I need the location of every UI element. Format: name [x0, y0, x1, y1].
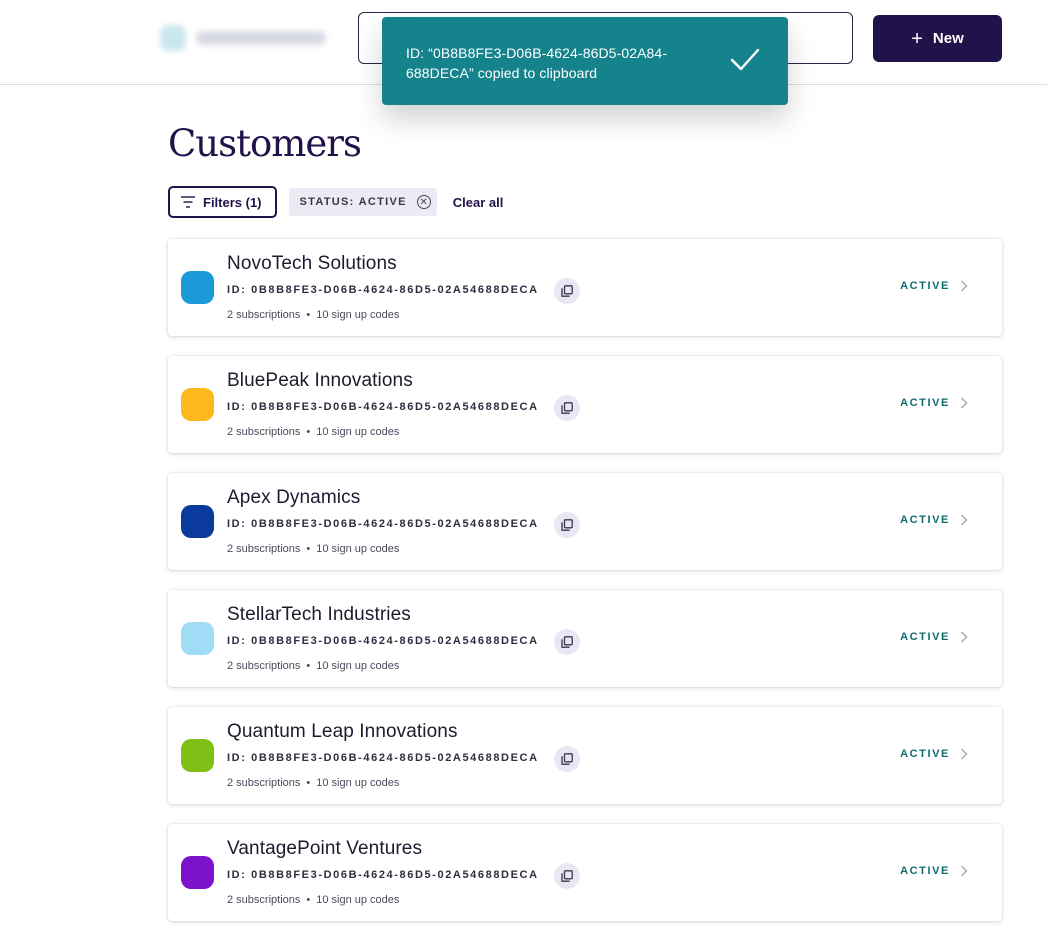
- customer-color-swatch: [181, 739, 214, 772]
- logo-text: [196, 31, 326, 45]
- copy-id-button[interactable]: [554, 278, 580, 304]
- signup-codes-count: 10 sign up codes: [316, 426, 400, 438]
- copy-id-button[interactable]: [554, 863, 580, 889]
- customer-card[interactable]: Apex Dynamics ID: 0B8B8FE3-D06B-4624-86D…: [168, 473, 1002, 570]
- subscriptions-count: 2 subscriptions: [227, 894, 301, 906]
- filters-button-label: Filters (1): [203, 194, 262, 210]
- customer-id: ID: 0B8B8FE3-D06B-4624-86D5-02A54688DECA: [227, 401, 539, 413]
- new-button-label: New: [932, 30, 964, 47]
- subscriptions-count: 2 subscriptions: [227, 543, 301, 555]
- copy-icon: [561, 285, 573, 297]
- customer-meta: 2 subscriptions • 10 sign up codes: [227, 543, 399, 555]
- customer-meta: 2 subscriptions • 10 sign up codes: [227, 309, 399, 321]
- chevron-right-icon: [961, 865, 968, 877]
- subscriptions-count: 2 subscriptions: [227, 309, 301, 321]
- copy-id-button[interactable]: [554, 512, 580, 538]
- customer-name: StellarTech Industries: [227, 604, 411, 625]
- meta-separator: •: [306, 660, 311, 672]
- clear-all-link[interactable]: Clear all: [453, 195, 504, 210]
- customer-name: Apex Dynamics: [227, 487, 361, 508]
- signup-codes-count: 10 sign up codes: [316, 660, 400, 672]
- subscriptions-count: 2 subscriptions: [227, 426, 301, 438]
- status-filter-chip: STATUS: ACTIVE ✕: [288, 188, 437, 216]
- signup-codes-count: 10 sign up codes: [316, 894, 400, 906]
- customer-color-swatch: [181, 856, 214, 889]
- customer-card[interactable]: VantagePoint Ventures ID: 0B8B8FE3-D06B-…: [168, 824, 1002, 921]
- status-badge: ACTIVE: [900, 748, 950, 760]
- status-badge: ACTIVE: [900, 514, 950, 526]
- logo-mark-icon: [160, 25, 186, 51]
- subscriptions-count: 2 subscriptions: [227, 777, 301, 789]
- copy-icon: [561, 636, 573, 648]
- app-logo[interactable]: [160, 22, 340, 54]
- customer-color-swatch: [181, 388, 214, 421]
- subscriptions-count: 2 subscriptions: [227, 660, 301, 672]
- customer-meta: 2 subscriptions • 10 sign up codes: [227, 660, 399, 672]
- copy-icon: [561, 870, 573, 882]
- customer-id: ID: 0B8B8FE3-D06B-4624-86D5-02A54688DECA: [227, 284, 539, 296]
- customer-card[interactable]: NovoTech Solutions ID: 0B8B8FE3-D06B-462…: [168, 239, 1002, 336]
- status-filter-chip-label: STATUS: ACTIVE: [299, 196, 407, 208]
- meta-separator: •: [306, 543, 311, 555]
- customer-name: BluePeak Innovations: [227, 370, 413, 391]
- copy-icon: [561, 753, 573, 765]
- customer-id: ID: 0B8B8FE3-D06B-4624-86D5-02A54688DECA: [227, 752, 539, 764]
- customer-name: NovoTech Solutions: [227, 253, 397, 274]
- customer-name: VantagePoint Ventures: [227, 838, 423, 859]
- filters-button[interactable]: Filters (1): [168, 186, 277, 218]
- customer-meta: 2 subscriptions • 10 sign up codes: [227, 426, 399, 438]
- signup-codes-count: 10 sign up codes: [316, 543, 400, 555]
- customer-card[interactable]: Quantum Leap Innovations ID: 0B8B8FE3-D0…: [168, 707, 1002, 804]
- page-title: Customers: [168, 122, 362, 165]
- copy-id-button[interactable]: [554, 395, 580, 421]
- chevron-right-icon: [961, 397, 968, 409]
- customer-card[interactable]: StellarTech Industries ID: 0B8B8FE3-D06B…: [168, 590, 1002, 687]
- customer-name: Quantum Leap Innovations: [227, 721, 458, 742]
- copy-id-button[interactable]: [554, 629, 580, 655]
- customer-color-swatch: [181, 622, 214, 655]
- customer-meta: 2 subscriptions • 10 sign up codes: [227, 777, 399, 789]
- copied-toast: ID: “0B8B8FE3-D06B-4624-86D5-02A84-688DE…: [382, 17, 788, 105]
- meta-separator: •: [306, 777, 311, 789]
- filter-bar: Filters (1) STATUS: ACTIVE ✕ Clear all: [168, 186, 503, 218]
- plus-icon: +: [911, 27, 923, 50]
- customer-card[interactable]: BluePeak Innovations ID: 0B8B8FE3-D06B-4…: [168, 356, 1002, 453]
- customer-meta: 2 subscriptions • 10 sign up codes: [227, 894, 399, 906]
- customer-id: ID: 0B8B8FE3-D06B-4624-86D5-02A54688DECA: [227, 869, 539, 881]
- check-icon: [730, 48, 760, 71]
- toast-message: ID: “0B8B8FE3-D06B-4624-86D5-02A84-688DE…: [406, 45, 668, 81]
- copy-icon: [561, 402, 573, 414]
- meta-separator: •: [306, 894, 311, 906]
- remove-filter-icon[interactable]: ✕: [416, 195, 431, 209]
- status-badge: ACTIVE: [900, 280, 950, 292]
- customer-list: NovoTech Solutions ID: 0B8B8FE3-D06B-462…: [168, 239, 1002, 932]
- chevron-right-icon: [961, 514, 968, 526]
- chevron-right-icon: [961, 631, 968, 643]
- customer-color-swatch: [181, 505, 214, 538]
- meta-separator: •: [306, 309, 311, 321]
- customer-id: ID: 0B8B8FE3-D06B-4624-86D5-02A54688DECA: [227, 518, 539, 530]
- new-button[interactable]: + New: [873, 15, 1002, 62]
- status-badge: ACTIVE: [900, 397, 950, 409]
- copy-id-button[interactable]: [554, 746, 580, 772]
- filter-icon: [181, 196, 195, 208]
- chevron-right-icon: [961, 748, 968, 760]
- status-badge: ACTIVE: [900, 631, 950, 643]
- meta-separator: •: [306, 426, 311, 438]
- copy-icon: [561, 519, 573, 531]
- status-badge: ACTIVE: [900, 865, 950, 877]
- signup-codes-count: 10 sign up codes: [316, 777, 400, 789]
- customer-id: ID: 0B8B8FE3-D06B-4624-86D5-02A54688DECA: [227, 635, 539, 647]
- signup-codes-count: 10 sign up codes: [316, 309, 400, 321]
- chevron-right-icon: [961, 280, 968, 292]
- customer-color-swatch: [181, 271, 214, 304]
